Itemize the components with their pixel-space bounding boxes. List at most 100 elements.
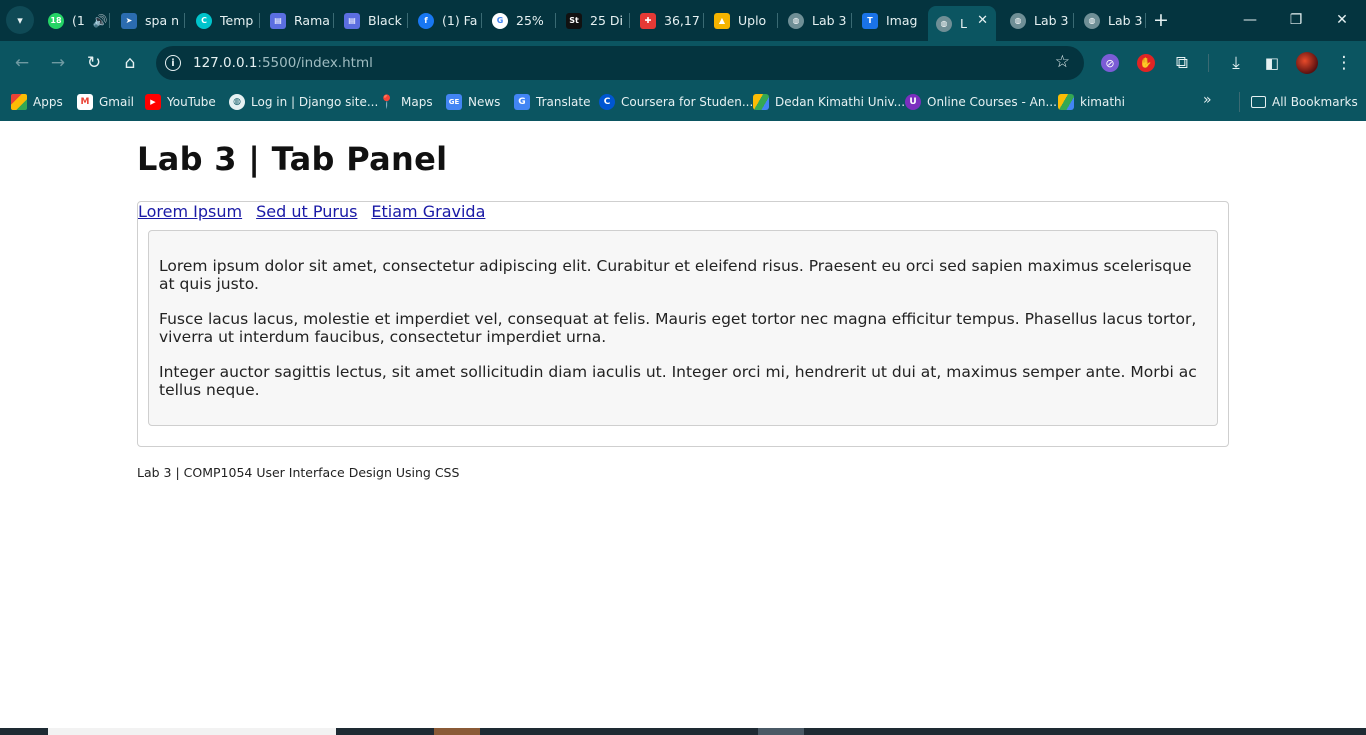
tab-divider bbox=[184, 13, 185, 28]
tab-strip: ▾ 18 (1 🔊 ➤ spa n C Temp ▤ Rama ▤ Black … bbox=[0, 0, 1366, 41]
tab-divider bbox=[629, 13, 630, 28]
taskbar-app[interactable] bbox=[758, 728, 804, 735]
minimize-icon[interactable]: — bbox=[1228, 6, 1272, 34]
browser-toolbar: ← → ↻ ⌂ i 127.0.0.1:5500/index.html ☆ ⊘ … bbox=[0, 41, 1366, 85]
browser-tab[interactable]: ◍ Lab 3 bbox=[780, 6, 852, 35]
st-icon: St bbox=[566, 12, 582, 29]
all-bookmarks-button[interactable]: All Bookmarks bbox=[1251, 92, 1358, 112]
tab-lorem-ipsum[interactable]: Lorem Ipsum bbox=[138, 202, 242, 230]
tab-etiam-gravida[interactable]: Etiam Gravida bbox=[371, 202, 485, 230]
side-panel-icon[interactable]: ◧ bbox=[1260, 51, 1284, 75]
page-footer: Lab 3 | COMP1054 User Interface Design U… bbox=[137, 465, 460, 480]
globe-icon: ◍ bbox=[1010, 12, 1026, 29]
browser-tab[interactable]: T Imag bbox=[854, 6, 926, 35]
bookmark-dedan-kimathi[interactable]: Dedan Kimathi Univ... bbox=[753, 92, 905, 112]
address-url[interactable]: 127.0.0.1:5500/index.html bbox=[193, 55, 373, 71]
gmail-icon: M bbox=[77, 94, 93, 110]
tab-divider bbox=[703, 13, 704, 28]
close-window-icon[interactable]: ✕ bbox=[1320, 6, 1364, 34]
browser-tab[interactable]: ➤ spa n bbox=[113, 6, 185, 35]
tab-sed-ut-purus[interactable]: Sed ut Purus bbox=[256, 202, 357, 230]
tab-content: Lorem ipsum dolor sit amet, consectetur … bbox=[148, 230, 1218, 426]
globe-icon: ◍ bbox=[1084, 12, 1100, 29]
download-icon[interactable]: ⤓ bbox=[1224, 51, 1248, 75]
bookmark-apps[interactable]: Apps bbox=[11, 92, 63, 112]
forward-icon[interactable]: → bbox=[44, 49, 72, 77]
app-icon: ✚ bbox=[640, 12, 656, 29]
tab-divider bbox=[1073, 13, 1074, 28]
blocker-extension-icon[interactable]: ⊘ bbox=[1098, 51, 1122, 75]
taskbar-search[interactable] bbox=[48, 728, 336, 735]
browser-tab[interactable]: ▤ Black bbox=[336, 6, 408, 35]
browser-tab[interactable]: C Temp bbox=[188, 6, 260, 35]
hand-extension-icon[interactable]: ✋ bbox=[1134, 51, 1158, 75]
globe-icon: ◍ bbox=[788, 12, 804, 29]
home-icon[interactable]: ⌂ bbox=[116, 49, 144, 77]
bookmark-coursera[interactable]: C Coursera for Studen... bbox=[599, 92, 753, 112]
address-bar[interactable]: i 127.0.0.1:5500/index.html ☆ bbox=[156, 46, 1084, 80]
browser-tab[interactable]: G 25% bbox=[484, 6, 556, 35]
tab-list: Lorem Ipsum Sed ut Purus Etiam Gravida bbox=[138, 202, 499, 230]
profile-avatar[interactable] bbox=[1295, 51, 1319, 75]
site-info-icon[interactable]: i bbox=[165, 55, 181, 71]
content-paragraph: Lorem ipsum dolor sit amet, consectetur … bbox=[159, 257, 1192, 293]
bookmark-online-courses[interactable]: U Online Courses - An... bbox=[905, 92, 1057, 112]
browser-tab[interactable]: ◍ Lab 3 bbox=[1076, 6, 1146, 35]
menu-kebab-icon[interactable]: ⋮ bbox=[1332, 51, 1356, 75]
tab-divider bbox=[777, 13, 778, 28]
translate-icon: G bbox=[514, 94, 530, 110]
globe-icon: ◍ bbox=[229, 94, 245, 110]
translate-icon: T bbox=[862, 12, 878, 29]
bookmark-kimathi[interactable]: kimathi bbox=[1058, 92, 1125, 112]
browser-tab[interactable]: ✚ 36,17 bbox=[632, 6, 704, 35]
bookmark-gmail[interactable]: M Gmail bbox=[77, 92, 134, 112]
browser-tab[interactable]: St 25 Di bbox=[558, 6, 630, 35]
bookmark-maps[interactable]: 📍 Maps bbox=[379, 92, 433, 112]
restore-icon[interactable]: ❐ bbox=[1274, 6, 1318, 34]
whatsapp-icon: 18 bbox=[48, 12, 64, 29]
bookmark-news[interactable]: GE News bbox=[446, 92, 500, 112]
tab-divider bbox=[851, 13, 852, 28]
google-icon: G bbox=[492, 12, 508, 29]
bookmark-star-icon[interactable]: ☆ bbox=[1055, 52, 1070, 72]
os-taskbar bbox=[0, 728, 1366, 735]
bookmark-translate[interactable]: G Translate bbox=[514, 92, 591, 112]
content-paragraph: Fusce lacus lacus, molestie et imperdiet… bbox=[159, 310, 1197, 346]
bookmark-youtube[interactable]: ▶ YouTube bbox=[145, 92, 216, 112]
browser-tab[interactable]: f (1) Fa bbox=[410, 6, 482, 35]
browser-tab[interactable]: 18 (1 🔊 bbox=[40, 6, 110, 35]
taskbar-app[interactable] bbox=[434, 728, 480, 735]
courses-icon: U bbox=[905, 94, 921, 110]
reload-icon[interactable]: ↻ bbox=[80, 49, 108, 77]
browser-tab[interactable]: ▲ Uplo bbox=[706, 6, 778, 35]
bookmarks-divider bbox=[1239, 92, 1240, 112]
tab-divider bbox=[109, 13, 110, 28]
globe-icon: ◍ bbox=[936, 15, 952, 32]
facebook-icon: f bbox=[418, 12, 434, 29]
content-paragraph: Integer auctor sagittis lectus, sit amet… bbox=[159, 363, 1197, 399]
page-title: Lab 3 | Tab Panel bbox=[137, 140, 448, 178]
more-bookmarks-chevron-icon[interactable]: » bbox=[1203, 92, 1212, 108]
tab-divider bbox=[333, 13, 334, 28]
news-icon: GE bbox=[446, 94, 462, 110]
browser-tab[interactable]: ▤ Rama bbox=[262, 6, 334, 35]
browser-tab-active[interactable]: ◍ L ✕ bbox=[928, 6, 996, 41]
tab-panel: Lorem Ipsum Sed ut Purus Etiam Gravida L… bbox=[137, 201, 1229, 447]
maps-icon: 📍 bbox=[378, 94, 396, 110]
printer-icon: ▤ bbox=[344, 12, 360, 29]
back-icon[interactable]: ← bbox=[8, 49, 36, 77]
arrow-icon: ➤ bbox=[121, 12, 137, 29]
new-tab-button[interactable]: + bbox=[1151, 8, 1171, 32]
speaker-icon[interactable]: 🔊 bbox=[93, 14, 108, 28]
tab-search-chevron-icon[interactable]: ▾ bbox=[6, 6, 34, 34]
drive-icon bbox=[753, 94, 769, 110]
browser-tab[interactable]: ◍ Lab 3 bbox=[1002, 6, 1074, 35]
youtube-icon: ▶ bbox=[145, 94, 161, 110]
drive-icon bbox=[1058, 94, 1074, 110]
url-path: :5500/index.html bbox=[257, 55, 373, 71]
close-tab-icon[interactable]: ✕ bbox=[977, 13, 988, 28]
bookmark-django[interactable]: ◍ Log in | Django site... bbox=[229, 92, 378, 112]
upload-icon: ▲ bbox=[714, 12, 730, 29]
extensions-puzzle-icon[interactable]: ⧉ bbox=[1170, 51, 1194, 75]
toolbar-divider bbox=[1208, 54, 1209, 72]
